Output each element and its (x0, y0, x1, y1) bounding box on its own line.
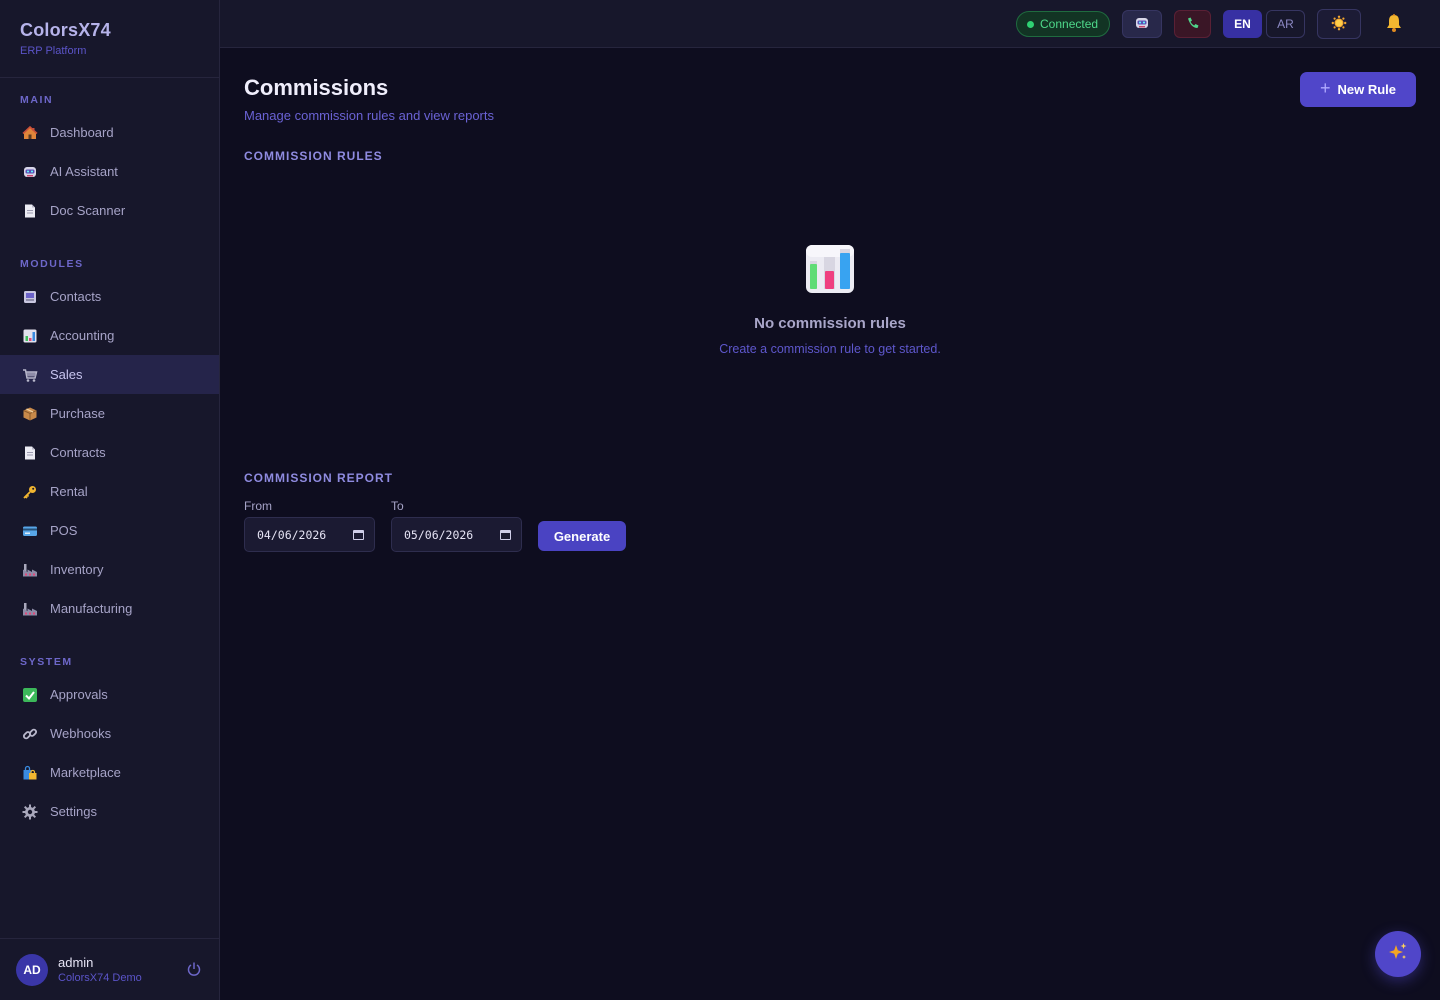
to-label: To (391, 499, 404, 513)
check-box-icon (22, 687, 38, 703)
brand-subtitle: ERP Platform (20, 45, 87, 57)
bell-icon (1384, 13, 1404, 36)
sidebar-item-label: Purchase (50, 406, 105, 421)
generate-button[interactable]: Generate (538, 521, 626, 551)
sidebar-item-inventory[interactable]: Inventory (0, 550, 219, 589)
sidebar-item-label: Rental (50, 484, 88, 499)
gear-icon (22, 804, 38, 820)
sun-icon (1331, 15, 1347, 34)
shopping-bags-icon (22, 765, 38, 781)
sidebar-item-label: Settings (50, 804, 97, 819)
cart-icon (22, 367, 38, 383)
sidebar-item-purchase[interactable]: Purchase (0, 394, 219, 433)
topbar: Connected EN AR (220, 0, 1440, 48)
sidebar-item-label: Webhooks (50, 726, 112, 741)
key-icon (22, 484, 38, 500)
house-icon (22, 125, 38, 141)
sidebar-item-contacts[interactable]: Contacts (0, 277, 219, 316)
from-label: From (244, 499, 272, 513)
page-subtitle: Manage commission rules and view reports (244, 108, 494, 123)
from-date-input[interactable]: 04/06/2026 (244, 517, 375, 552)
contacts-icon (22, 289, 38, 305)
sidebar-item-label: Inventory (50, 562, 104, 577)
page-title: Commissions (244, 75, 389, 100)
sidebar-item-approvals[interactable]: Approvals (0, 675, 219, 714)
bar-chart-icon (805, 244, 855, 294)
sidebar-item-pos[interactable]: POS (0, 511, 219, 550)
sidebar-item-rental[interactable]: Rental (0, 472, 219, 511)
sidebar-item-label: Contracts (50, 445, 106, 460)
sidebar-item-ai-assistant[interactable]: AI Assistant (0, 152, 219, 191)
to-date-input[interactable]: 05/06/2026 (391, 517, 522, 552)
language-en-button[interactable]: EN (1223, 10, 1262, 38)
credit-card-icon (22, 523, 38, 539)
sidebar-item-label: Sales (50, 367, 83, 382)
sidebar-item-settings[interactable]: Settings (0, 792, 219, 831)
user-name: admin (58, 955, 94, 970)
connection-status-label: Connected (1040, 17, 1099, 31)
sidebar-item-doc-scanner[interactable]: Doc Scanner (0, 191, 219, 230)
sidebar-item-label: POS (50, 523, 78, 538)
sidebar-item-label: Contacts (50, 289, 102, 304)
sidebar-item-accounting[interactable]: Accounting (0, 316, 219, 355)
empty-state: No commission rules Create a commission … (630, 244, 1030, 356)
bar-chart-icon (22, 328, 38, 344)
sidebar-item-dashboard[interactable]: Dashboard (0, 113, 219, 152)
robot-icon (22, 164, 38, 180)
factory-icon (22, 601, 38, 617)
sidebar-item-label: Manufacturing (50, 601, 133, 616)
new-rule-label: New Rule (1337, 82, 1397, 97)
section-label-main: MAIN (20, 94, 54, 106)
sidebar-item-manufacturing[interactable]: Manufacturing (0, 589, 219, 628)
brand-title[interactable]: ColorsX74 (20, 20, 199, 41)
power-icon[interactable] (185, 961, 203, 979)
empty-state-subtitle: Create a commission rule to get started. (719, 342, 941, 356)
sidebar-item-label: Dashboard (50, 125, 114, 140)
user-bar: AD admin ColorsX74 Demo (0, 938, 219, 1000)
sidebar-item-marketplace[interactable]: Marketplace (0, 753, 219, 792)
to-date-value: 05/06/2026 (404, 527, 474, 542)
link-icon (22, 726, 38, 742)
language-ar-button[interactable]: AR (1266, 10, 1305, 38)
new-rule-button[interactable]: + New Rule (1300, 72, 1416, 107)
status-dot-icon (1027, 20, 1034, 28)
call-button[interactable] (1174, 10, 1211, 38)
factory-icon (22, 562, 38, 578)
calendar-icon[interactable] (353, 529, 364, 540)
sidebar-item-label: Accounting (50, 328, 115, 343)
ai-sparkle-button[interactable] (1375, 931, 1421, 977)
sidebar: ColorsX74 ERP Platform MAIN Dashboard AI… (0, 0, 220, 1000)
commission-report-heading: COMMISSION REPORT (244, 471, 394, 485)
theme-toggle-button[interactable] (1317, 9, 1361, 39)
avatar[interactable]: AD (16, 953, 48, 986)
plus-icon: + (1319, 78, 1331, 98)
ai-assistant-button[interactable] (1122, 10, 1162, 38)
section-label-modules: MODULES (20, 258, 84, 270)
document-icon (22, 445, 38, 461)
sidebar-item-label: AI Assistant (50, 164, 118, 179)
sidebar-item-label: Approvals (50, 687, 108, 702)
sidebar-item-label: Marketplace (50, 765, 121, 780)
phone-icon (1186, 16, 1200, 33)
commission-rules-heading: COMMISSION RULES (244, 149, 383, 163)
calendar-icon[interactable] (500, 529, 511, 540)
connection-status-badge: Connected (1016, 11, 1110, 37)
empty-state-title: No commission rules (754, 315, 906, 332)
brand: ColorsX74 ERP Platform (0, 0, 219, 78)
from-date-value: 04/06/2026 (257, 527, 327, 542)
notifications-button[interactable] (1383, 10, 1405, 38)
sidebar-item-sales[interactable]: Sales (0, 355, 219, 394)
user-info: admin ColorsX74 Demo (58, 955, 185, 984)
robot-icon (1134, 15, 1150, 34)
sidebar-item-contracts[interactable]: Contracts (0, 433, 219, 472)
document-icon (22, 203, 38, 219)
sidebar-item-label: Doc Scanner (50, 203, 126, 218)
user-org: ColorsX74 Demo (58, 972, 142, 984)
sparkles-icon (1387, 941, 1409, 968)
sidebar-item-webhooks[interactable]: Webhooks (0, 714, 219, 753)
package-icon (22, 406, 38, 422)
section-label-system: SYSTEM (20, 656, 73, 668)
